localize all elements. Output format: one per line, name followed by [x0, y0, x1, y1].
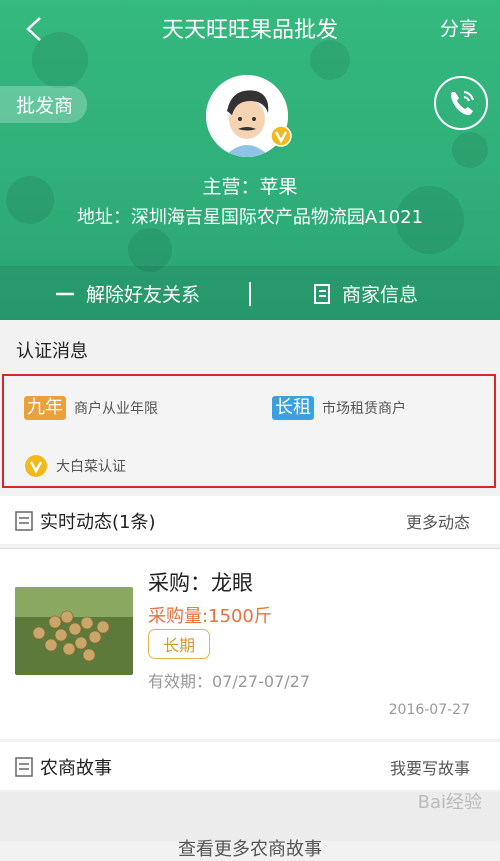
shop-address: 地址：深圳海吉星国际农产品物流园A1021 — [76, 207, 424, 228]
action-divider — [249, 282, 251, 306]
list-icon — [15, 511, 33, 531]
unfriend-button[interactable]: 解除好友关系 — [54, 280, 200, 307]
shop-header: 天天旺旺果品批发 分享 批发商 主营：苹果 地址：深圳海吉星国际农产品物流园A1… — [0, 0, 500, 320]
post-term-badge: 长期 — [148, 629, 211, 659]
merchant-info-label: 商家信息 — [342, 284, 419, 306]
post-title: 采购：龙眼 — [148, 571, 253, 595]
feed-title: 实时动态(1条) — [40, 512, 156, 533]
certification-title: 认证消息 — [16, 341, 88, 362]
cert-dabaicai: 大白菜认证 — [24, 454, 126, 478]
certification-panel: 九年 商户从业年限 长租 市场租赁商户 大白菜认证 — [2, 374, 496, 488]
shop-title: 天天旺旺果品批发 — [161, 18, 338, 43]
action-bar: 解除好友关系 商家信息 — [0, 266, 500, 320]
merchant-info-button[interactable]: 商家信息 — [312, 280, 418, 307]
post-quantity: 采购量:1500斤 — [148, 606, 272, 627]
cert-lease: 长租 市场租赁商户 — [272, 396, 406, 420]
role-badge: 批发商 — [0, 86, 88, 123]
cert-years: 九年 商户从业年限 — [24, 396, 158, 420]
unfriend-label: 解除好友关系 — [86, 284, 201, 306]
story-header: 农商故事 我要写故事 — [0, 742, 500, 790]
years-tag: 九年 — [24, 396, 66, 420]
lease-label: 市场租赁商户 — [322, 401, 406, 417]
share-button[interactable]: 分享 — [440, 14, 478, 41]
story-title: 农商故事 — [40, 758, 112, 779]
post-validity: 有效期：07/27-07/27 — [148, 672, 310, 691]
longan-photo-icon — [15, 587, 133, 675]
baidu-watermark: Bai经验 — [417, 792, 482, 813]
years-label: 商户从业年限 — [74, 401, 158, 417]
verified-v-icon — [25, 455, 47, 477]
feed-post[interactable]: 采购：龙眼 采购量:1500斤 长期 有效期：07/27-07/27 2016-… — [0, 548, 500, 739]
write-story-link[interactable]: 我要写故事 — [390, 755, 470, 779]
minus-icon — [56, 292, 74, 295]
post-thumbnail — [15, 587, 133, 675]
main-business: 主营：苹果 — [202, 176, 298, 198]
more-stories-link[interactable]: 查看更多农商故事 — [0, 835, 500, 861]
document-icon — [314, 283, 330, 304]
dabaicai-label: 大白菜认证 — [56, 459, 126, 475]
more-feed-link[interactable]: 更多动态 — [406, 509, 470, 533]
verified-v-icon — [270, 125, 292, 147]
list-icon — [15, 757, 33, 777]
post-date: 2016-07-27 — [388, 702, 470, 718]
feed-header: 实时动态(1条) 更多动态 — [0, 496, 500, 544]
phone-call-icon[interactable] — [434, 76, 488, 130]
lease-tag: 长租 — [272, 396, 314, 420]
